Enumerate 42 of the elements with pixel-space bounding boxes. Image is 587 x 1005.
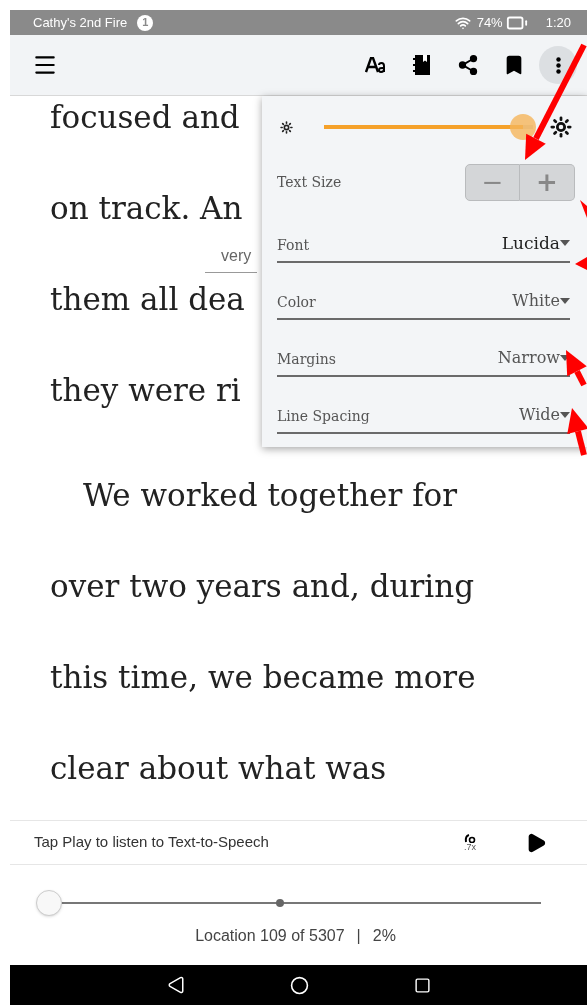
notebook-icon[interactable] bbox=[413, 54, 431, 76]
notification-badge: 1 bbox=[137, 14, 154, 31]
battery-level: 74% bbox=[476, 13, 503, 32]
home-icon[interactable] bbox=[289, 975, 309, 995]
book-text-line: focused and bbox=[50, 99, 240, 135]
font-settings-icon[interactable] bbox=[365, 57, 387, 73]
setting-dropdown[interactable]: Line Spacing Wide bbox=[277, 377, 570, 434]
book-text-line: on track. An bbox=[50, 190, 243, 226]
location-thumb[interactable] bbox=[35, 890, 62, 916]
device-name: Cathy's 2nd Fire bbox=[33, 13, 128, 32]
book-text-line: We worked together for bbox=[82, 477, 458, 513]
separator: | bbox=[356, 926, 361, 946]
text-size-label: Text Size bbox=[277, 172, 342, 192]
book-text-line: this time, we became more bbox=[50, 659, 476, 695]
tts-prompt: Tap Play to listen to Text-to-Speech bbox=[34, 832, 269, 853]
clock: 1:20 bbox=[545, 13, 571, 32]
back-icon[interactable] bbox=[166, 976, 185, 994]
more-icon bbox=[555, 56, 561, 74]
percent-read: 2% bbox=[372, 926, 396, 946]
location-marker bbox=[275, 899, 284, 907]
setting-dropdown[interactable]: Color White bbox=[277, 263, 570, 320]
annotation-arrowhead bbox=[580, 200, 587, 218]
book-text-line: over two years and, during bbox=[50, 568, 474, 604]
dropdown-caret-icon bbox=[560, 298, 570, 304]
annotation-arrow bbox=[567, 408, 587, 456]
brightness-thumb[interactable] bbox=[509, 114, 536, 140]
setting-dropdown[interactable]: Font Lucida bbox=[277, 206, 570, 263]
dropdown-caret-icon bbox=[560, 240, 570, 247]
dim-sun-icon bbox=[280, 120, 293, 134]
speed-control[interactable]: .7x bbox=[463, 833, 477, 852]
annotation-arrow bbox=[566, 350, 587, 387]
share-icon[interactable] bbox=[457, 54, 479, 76]
book-text-line: them all dea bbox=[50, 281, 245, 317]
word-popup: very bbox=[205, 244, 258, 273]
dropdown-caret-icon bbox=[560, 412, 570, 418]
recents-icon[interactable] bbox=[413, 976, 431, 994]
location-text: Location 109 of 5307 bbox=[195, 926, 345, 946]
book-text-line: they were ri bbox=[50, 372, 241, 408]
book-text-line: clear about what was bbox=[50, 750, 387, 786]
bright-sun-icon bbox=[550, 116, 572, 138]
speed-gauge-icon bbox=[463, 833, 477, 843]
annotation-arrowhead bbox=[575, 257, 587, 270]
